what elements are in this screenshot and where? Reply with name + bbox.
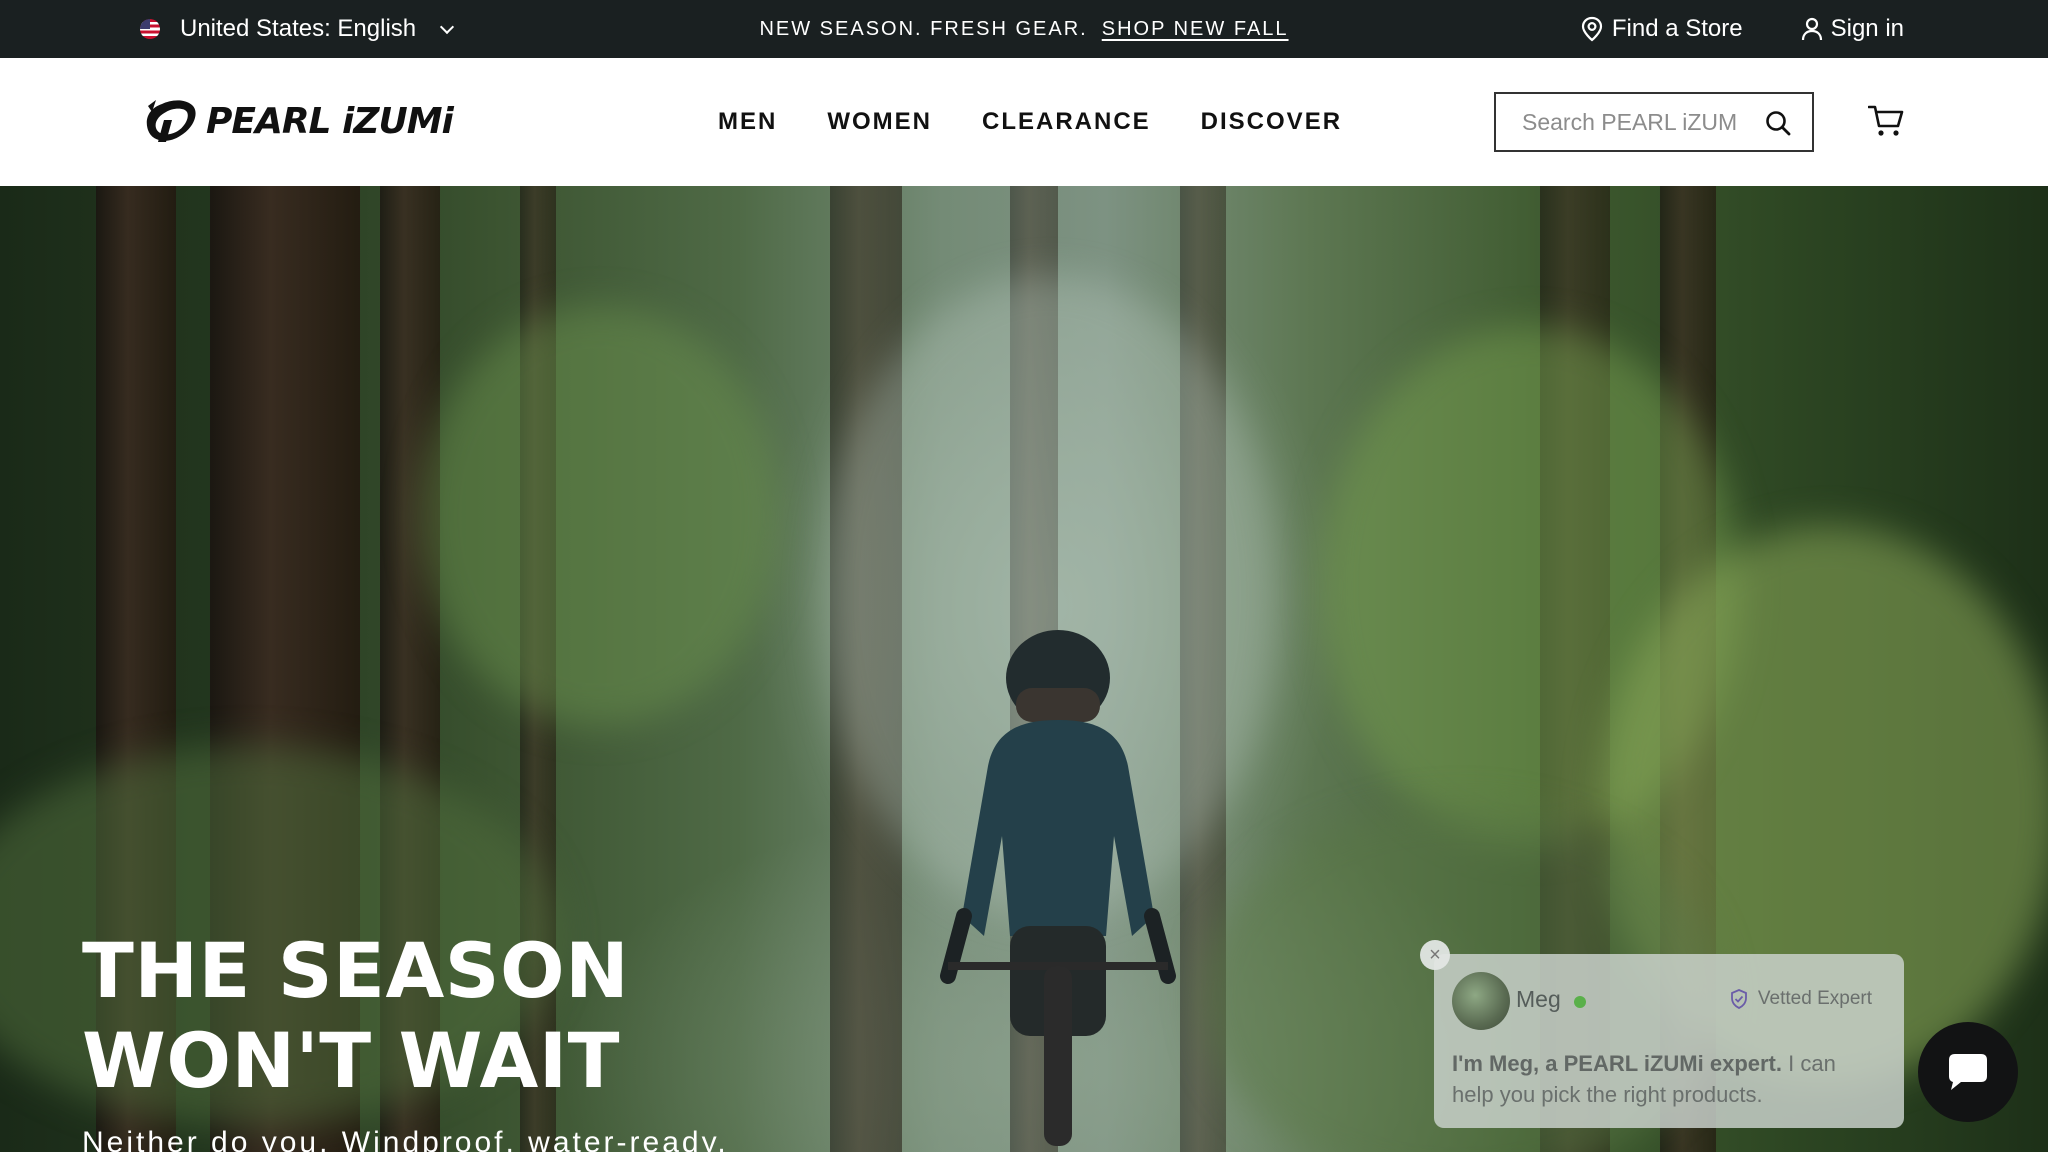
cyclist-illustration — [940, 630, 1176, 1146]
nav-item-women[interactable]: WOMEN — [827, 108, 932, 136]
user-icon — [1801, 17, 1822, 41]
search-input[interactable] — [1520, 107, 1740, 137]
main-nav: MEN WOMEN CLEARANCE DISCOVER — [718, 58, 1392, 186]
search-icon[interactable] — [1764, 109, 1792, 137]
brand-logo[interactable]: PEARL iZUMi — [142, 98, 454, 144]
close-icon[interactable]: × — [1420, 940, 1450, 970]
chevron-down-icon — [440, 19, 455, 34]
location-pin-icon — [1581, 16, 1602, 42]
vetted-expert-label: Vetted Expert — [1757, 988, 1872, 1009]
nav-item-discover[interactable]: DISCOVER — [1201, 108, 1342, 136]
chat-message: I'm Meg, a PEARL iZUMi expert. I can hel… — [1452, 1048, 1872, 1110]
hero-copy: THE SEASON WON'T WAIT Neither do you. Wi… — [82, 926, 942, 1152]
nav-item-men[interactable]: MEN — [718, 108, 777, 136]
open-chat-button[interactable] — [1918, 1022, 2018, 1122]
shop-new-fall-link[interactable]: SHOP NEW FALL — [1102, 18, 1289, 41]
promo-message: NEW SEASON. FRESH GEAR. — [759, 17, 1088, 40]
sign-in-link[interactable]: Sign in — [1801, 15, 1904, 43]
us-flag-icon — [140, 19, 160, 39]
avatar — [1452, 972, 1510, 1030]
sign-in-label: Sign in — [1830, 15, 1904, 42]
locale-selector[interactable]: United States: English — [140, 0, 455, 58]
promo-bar: United States: English NEW SEASON. FRESH… — [0, 0, 2048, 58]
pearl-izumi-logo-mark — [146, 100, 196, 142]
search-box — [1494, 92, 1814, 152]
chat-bubble-icon — [1949, 1054, 1987, 1090]
vetted-expert-badge: Vetted Expert — [1730, 988, 1872, 1010]
shield-check-icon — [1731, 989, 1747, 1009]
logo-wordmark: PEARL iZUMi — [206, 100, 454, 142]
expert-chat-card[interactable]: Meg Vetted Expert I'm Meg, a PEARL iZUMi… — [1434, 954, 1904, 1128]
site-header: PEARL iZUMi MEN WOMEN CLEARANCE DISCOVER — [0, 58, 2048, 186]
nav-item-clearance[interactable]: CLEARANCE — [982, 108, 1151, 136]
utility-links: Find a Store Sign in — [1580, 0, 1904, 58]
hero-title: THE SEASON WON'T WAIT — [82, 926, 630, 1105]
locale-label: United States: English — [180, 15, 417, 42]
chat-message-intro: I'm Meg, a PEARL iZUMi expert. — [1452, 1051, 1782, 1076]
online-status-dot — [1574, 996, 1586, 1008]
cart-icon[interactable] — [1868, 104, 1904, 138]
expert-name: Meg — [1516, 986, 1561, 1012]
find-store-link[interactable]: Find a Store — [1580, 15, 1743, 43]
hero-subtitle: Neither do you. Windproof, water-ready. — [82, 1126, 729, 1152]
find-store-label: Find a Store — [1611, 15, 1743, 42]
